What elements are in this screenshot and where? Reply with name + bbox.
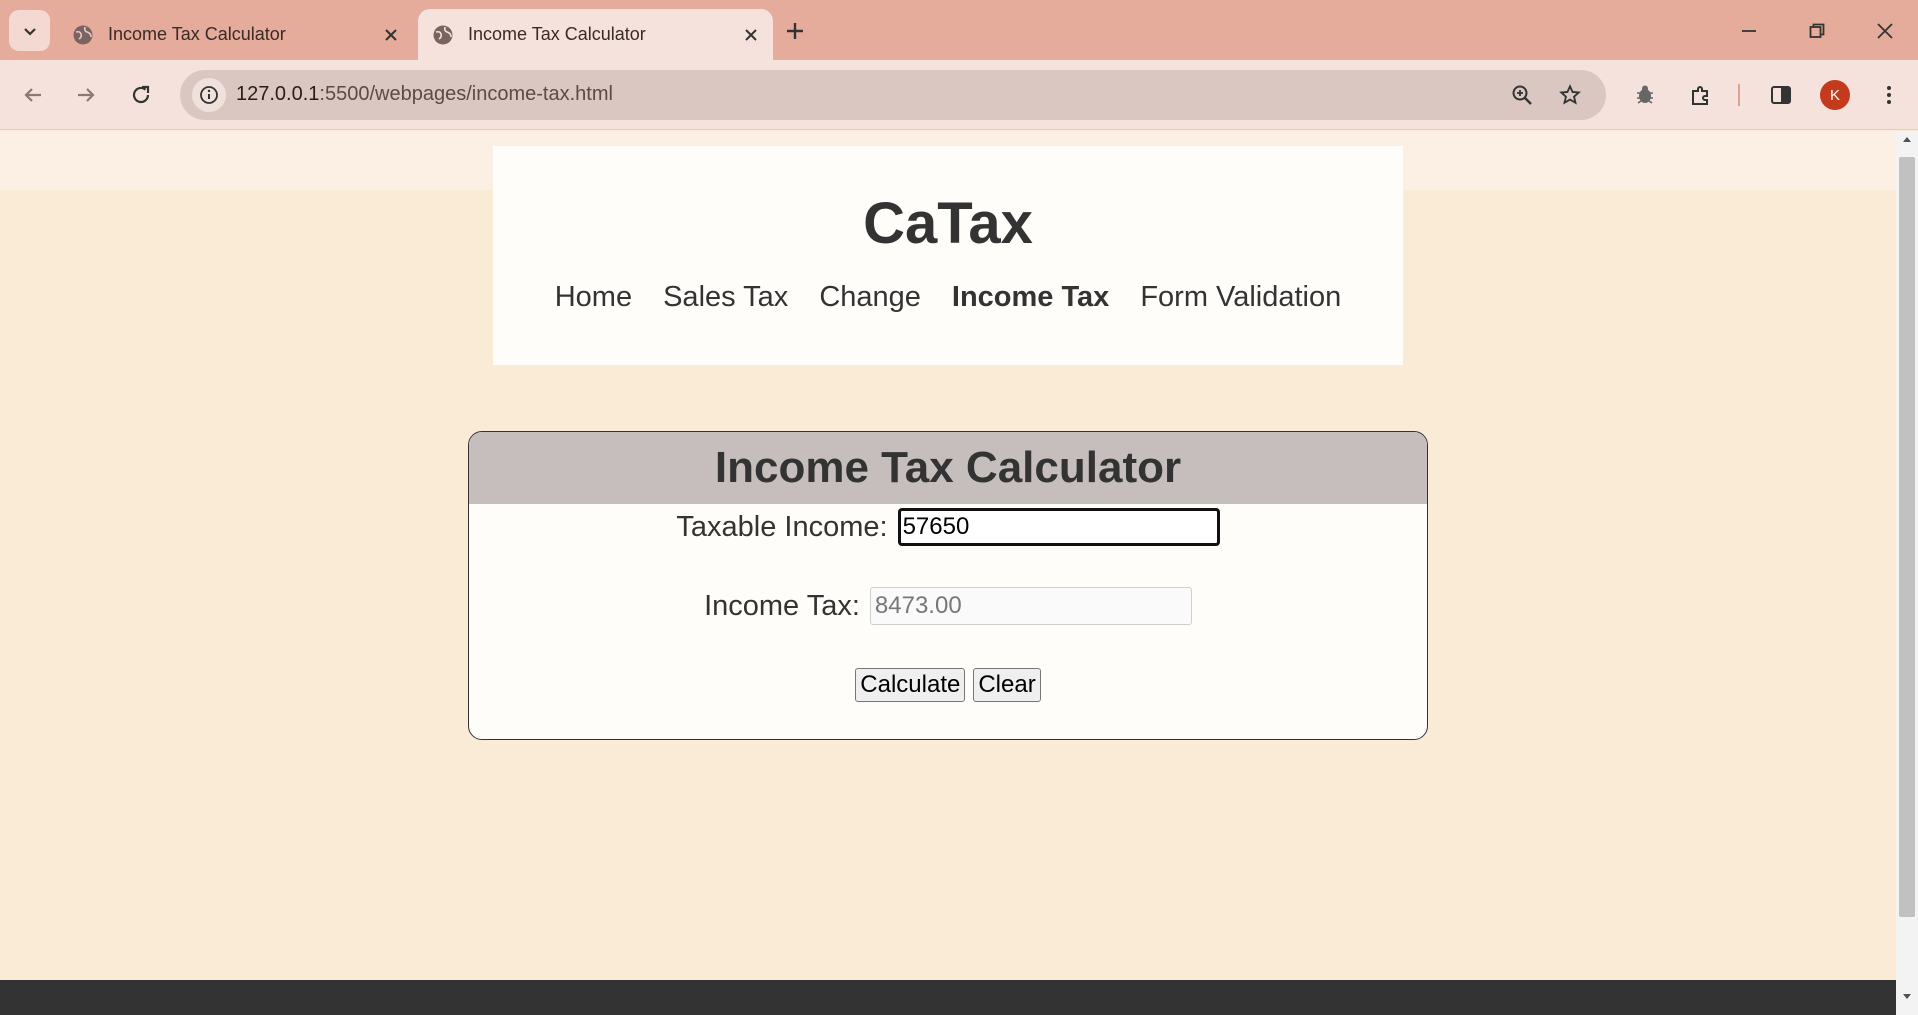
restore-icon bbox=[1809, 23, 1825, 38]
restore-button[interactable] bbox=[1800, 14, 1834, 48]
arrow-left-icon bbox=[24, 88, 41, 102]
bookmark-star-icon[interactable] bbox=[1556, 81, 1584, 109]
calculate-button[interactable]: Calculate bbox=[855, 668, 966, 702]
close-window-button[interactable] bbox=[1868, 14, 1902, 48]
site-header: CaTax Home Sales Tax Change Income Tax F… bbox=[493, 146, 1403, 365]
page-footer bbox=[0, 980, 1896, 1015]
arrow-right-icon bbox=[78, 88, 95, 102]
income-tax-calculator-panel: Income Tax Calculator Taxable Income: In… bbox=[468, 431, 1428, 740]
tab-inactive[interactable]: Income Tax Calculator bbox=[58, 9, 413, 60]
tab-strip: Income Tax Calculator Income Tax Calcula… bbox=[0, 0, 1918, 60]
calculator-heading: Income Tax Calculator bbox=[469, 432, 1427, 504]
minimize-icon bbox=[1742, 30, 1756, 32]
tab-title: Income Tax Calculator bbox=[468, 24, 646, 44]
plus-icon bbox=[787, 23, 803, 39]
clear-button[interactable]: Clear bbox=[973, 668, 1041, 702]
profile-avatar[interactable]: K bbox=[1820, 80, 1850, 110]
taxable-income-label: Taxable Income: bbox=[676, 510, 888, 543]
tab-active[interactable]: Income Tax Calculator bbox=[418, 9, 773, 60]
zoom-icon[interactable] bbox=[1508, 81, 1536, 109]
url-text[interactable]: 127.0.0.1:5500/webpages/income-tax.html bbox=[236, 83, 613, 106]
nav-home[interactable]: Home bbox=[555, 281, 632, 314]
income-tax-row: Income Tax: bbox=[469, 587, 1427, 625]
vertical-scrollbar[interactable] bbox=[1896, 131, 1918, 1015]
site-brand: CaTax bbox=[863, 191, 1033, 256]
page-viewport: CaTax Home Sales Tax Change Income Tax F… bbox=[0, 131, 1896, 1015]
chevron-down-icon bbox=[23, 27, 36, 36]
toolbar-divider bbox=[1738, 84, 1740, 106]
income-tax-output bbox=[869, 587, 1192, 625]
bug-extension-icon[interactable] bbox=[1628, 78, 1662, 112]
kebab-menu-icon[interactable] bbox=[1872, 78, 1906, 112]
globe-icon bbox=[73, 25, 93, 44]
reload-icon bbox=[132, 85, 150, 104]
new-tab-button[interactable] bbox=[780, 16, 810, 46]
taxable-income-input[interactable] bbox=[897, 508, 1220, 546]
site-info-icon[interactable] bbox=[192, 78, 226, 112]
nav-form-validation[interactable]: Form Validation bbox=[1140, 281, 1341, 314]
scroll-down-arrow-icon[interactable] bbox=[1896, 993, 1918, 1009]
calculator-buttons: Calculate Clear bbox=[469, 668, 1427, 702]
browser-toolbar: 127.0.0.1:5500/webpages/income-tax.html … bbox=[0, 60, 1918, 130]
reload-button[interactable] bbox=[124, 78, 158, 112]
side-panel-icon[interactable] bbox=[1764, 78, 1798, 112]
income-tax-label: Income Tax: bbox=[704, 589, 860, 622]
close-icon bbox=[1877, 23, 1893, 39]
scroll-up-arrow-icon[interactable] bbox=[1896, 135, 1918, 151]
globe-icon bbox=[433, 25, 453, 44]
address-bar[interactable]: 127.0.0.1:5500/webpages/income-tax.html bbox=[180, 70, 1606, 120]
tab-search-button[interactable] bbox=[9, 10, 50, 51]
taxable-income-row: Taxable Income: bbox=[469, 508, 1427, 546]
url-path: :5500/webpages/income-tax.html bbox=[319, 83, 613, 105]
forward-button[interactable] bbox=[69, 78, 103, 112]
url-host: 127.0.0.1 bbox=[236, 83, 320, 105]
tab-title: Income Tax Calculator bbox=[108, 24, 286, 44]
extensions-puzzle-icon[interactable] bbox=[1684, 78, 1718, 112]
nav-income-tax[interactable]: Income Tax bbox=[952, 281, 1109, 314]
scrollbar-thumb[interactable] bbox=[1899, 157, 1915, 917]
minimize-button[interactable] bbox=[1732, 14, 1766, 48]
back-button[interactable] bbox=[16, 78, 50, 112]
close-tab-icon[interactable] bbox=[379, 23, 403, 47]
nav-change[interactable]: Change bbox=[819, 281, 921, 314]
main-nav: Home Sales Tax Change Income Tax Form Va… bbox=[493, 281, 1403, 314]
nav-sales-tax[interactable]: Sales Tax bbox=[663, 281, 788, 314]
close-tab-icon[interactable] bbox=[739, 23, 763, 47]
